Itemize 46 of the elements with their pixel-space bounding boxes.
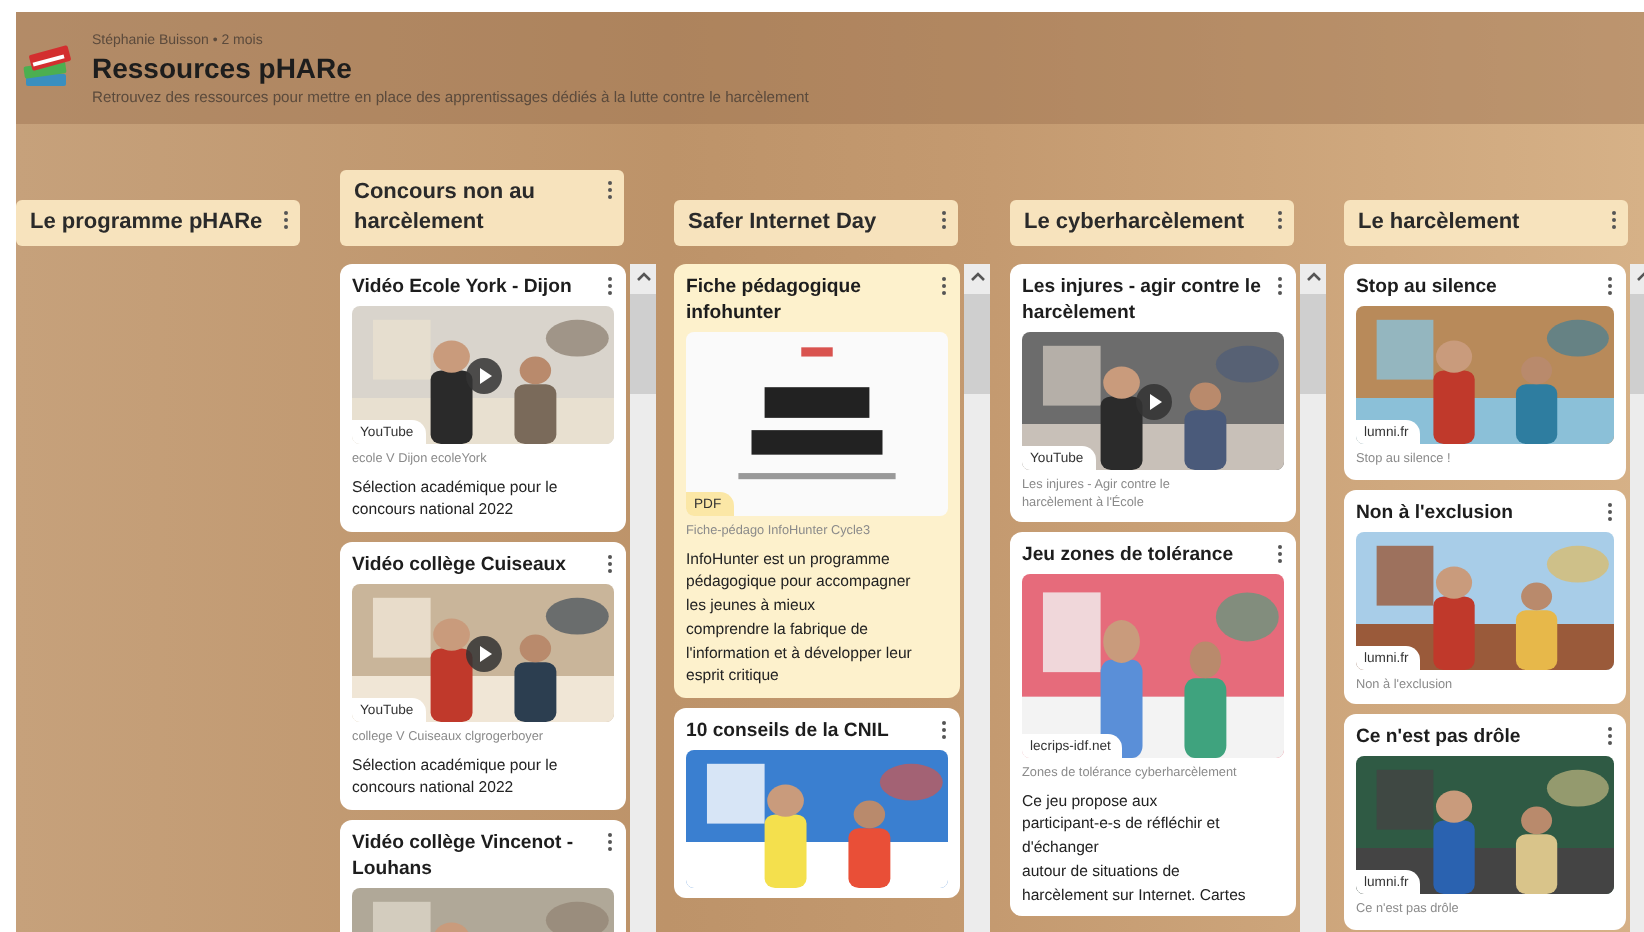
menu-icon[interactable]	[1610, 210, 1618, 230]
menu-icon[interactable]	[1606, 501, 1614, 521]
scrollbar-thumb[interactable]	[1300, 294, 1326, 394]
post-title: Ce n'est pas drôle	[1356, 724, 1521, 750]
menu-icon[interactable]	[940, 210, 948, 230]
post-title: Fiche pédagogique infohunter	[686, 274, 863, 326]
scrollbar-thumb[interactable]	[630, 294, 656, 394]
column-title: Concours non au harcèlement	[354, 178, 537, 238]
post-title: Vidéo Ecole York - Dijon	[352, 274, 572, 300]
post-title: Vidéo collège Cuiseaux	[352, 552, 566, 579]
menu-icon[interactable]	[1276, 210, 1284, 230]
chevron-up-icon[interactable]	[1305, 270, 1321, 282]
menu-icon[interactable]	[606, 832, 614, 853]
post-title: Stop au silence	[1356, 274, 1497, 300]
chevron-up-icon[interactable]	[969, 270, 985, 282]
play-icon[interactable]	[1135, 383, 1171, 419]
post-title: Les injures - agir contre le harcèlement	[1022, 274, 1263, 326]
menu-icon[interactable]	[1606, 726, 1614, 746]
column-title: Le harcèlement	[1358, 208, 1520, 238]
scrollbar[interactable]	[964, 264, 990, 932]
scrollbar[interactable]	[1300, 264, 1326, 932]
post-title: Vidéo collège Vincenot - Louhans	[352, 830, 576, 883]
menu-icon[interactable]	[1276, 544, 1284, 564]
column-title: Le programme pHARe	[30, 208, 263, 238]
post-card[interactable]	[674, 264, 960, 699]
menu-icon[interactable]	[606, 276, 614, 296]
play-icon[interactable]	[465, 635, 501, 672]
column-title: Le cyberharcèlement	[1024, 208, 1245, 238]
menu-icon[interactable]	[1276, 276, 1284, 296]
post-card[interactable]: 10 conseils de la CNIL	[674, 708, 960, 899]
column-title: Safer Internet Day	[688, 208, 877, 238]
post-title: 10 conseils de la CNIL	[686, 718, 889, 745]
menu-icon[interactable]	[940, 276, 948, 296]
scrollbar-thumb[interactable]	[964, 294, 990, 394]
play-icon[interactable]	[465, 357, 501, 393]
chevron-up-icon[interactable]	[635, 270, 651, 282]
menu-icon[interactable]	[282, 210, 290, 230]
menu-icon[interactable]	[1606, 276, 1614, 296]
post-title: Jeu zones de tolérance	[1022, 542, 1234, 568]
board-title: Ressources pHARe	[92, 52, 354, 84]
menu-icon[interactable]	[606, 180, 614, 200]
post-title: Non à l'exclusion	[1356, 499, 1514, 525]
post-card[interactable]: Vidéo collège Vincenot - Louhans	[340, 820, 626, 932]
scrollbar[interactable]	[630, 264, 656, 932]
menu-icon[interactable]	[606, 554, 614, 575]
menu-icon[interactable]	[940, 720, 948, 741]
